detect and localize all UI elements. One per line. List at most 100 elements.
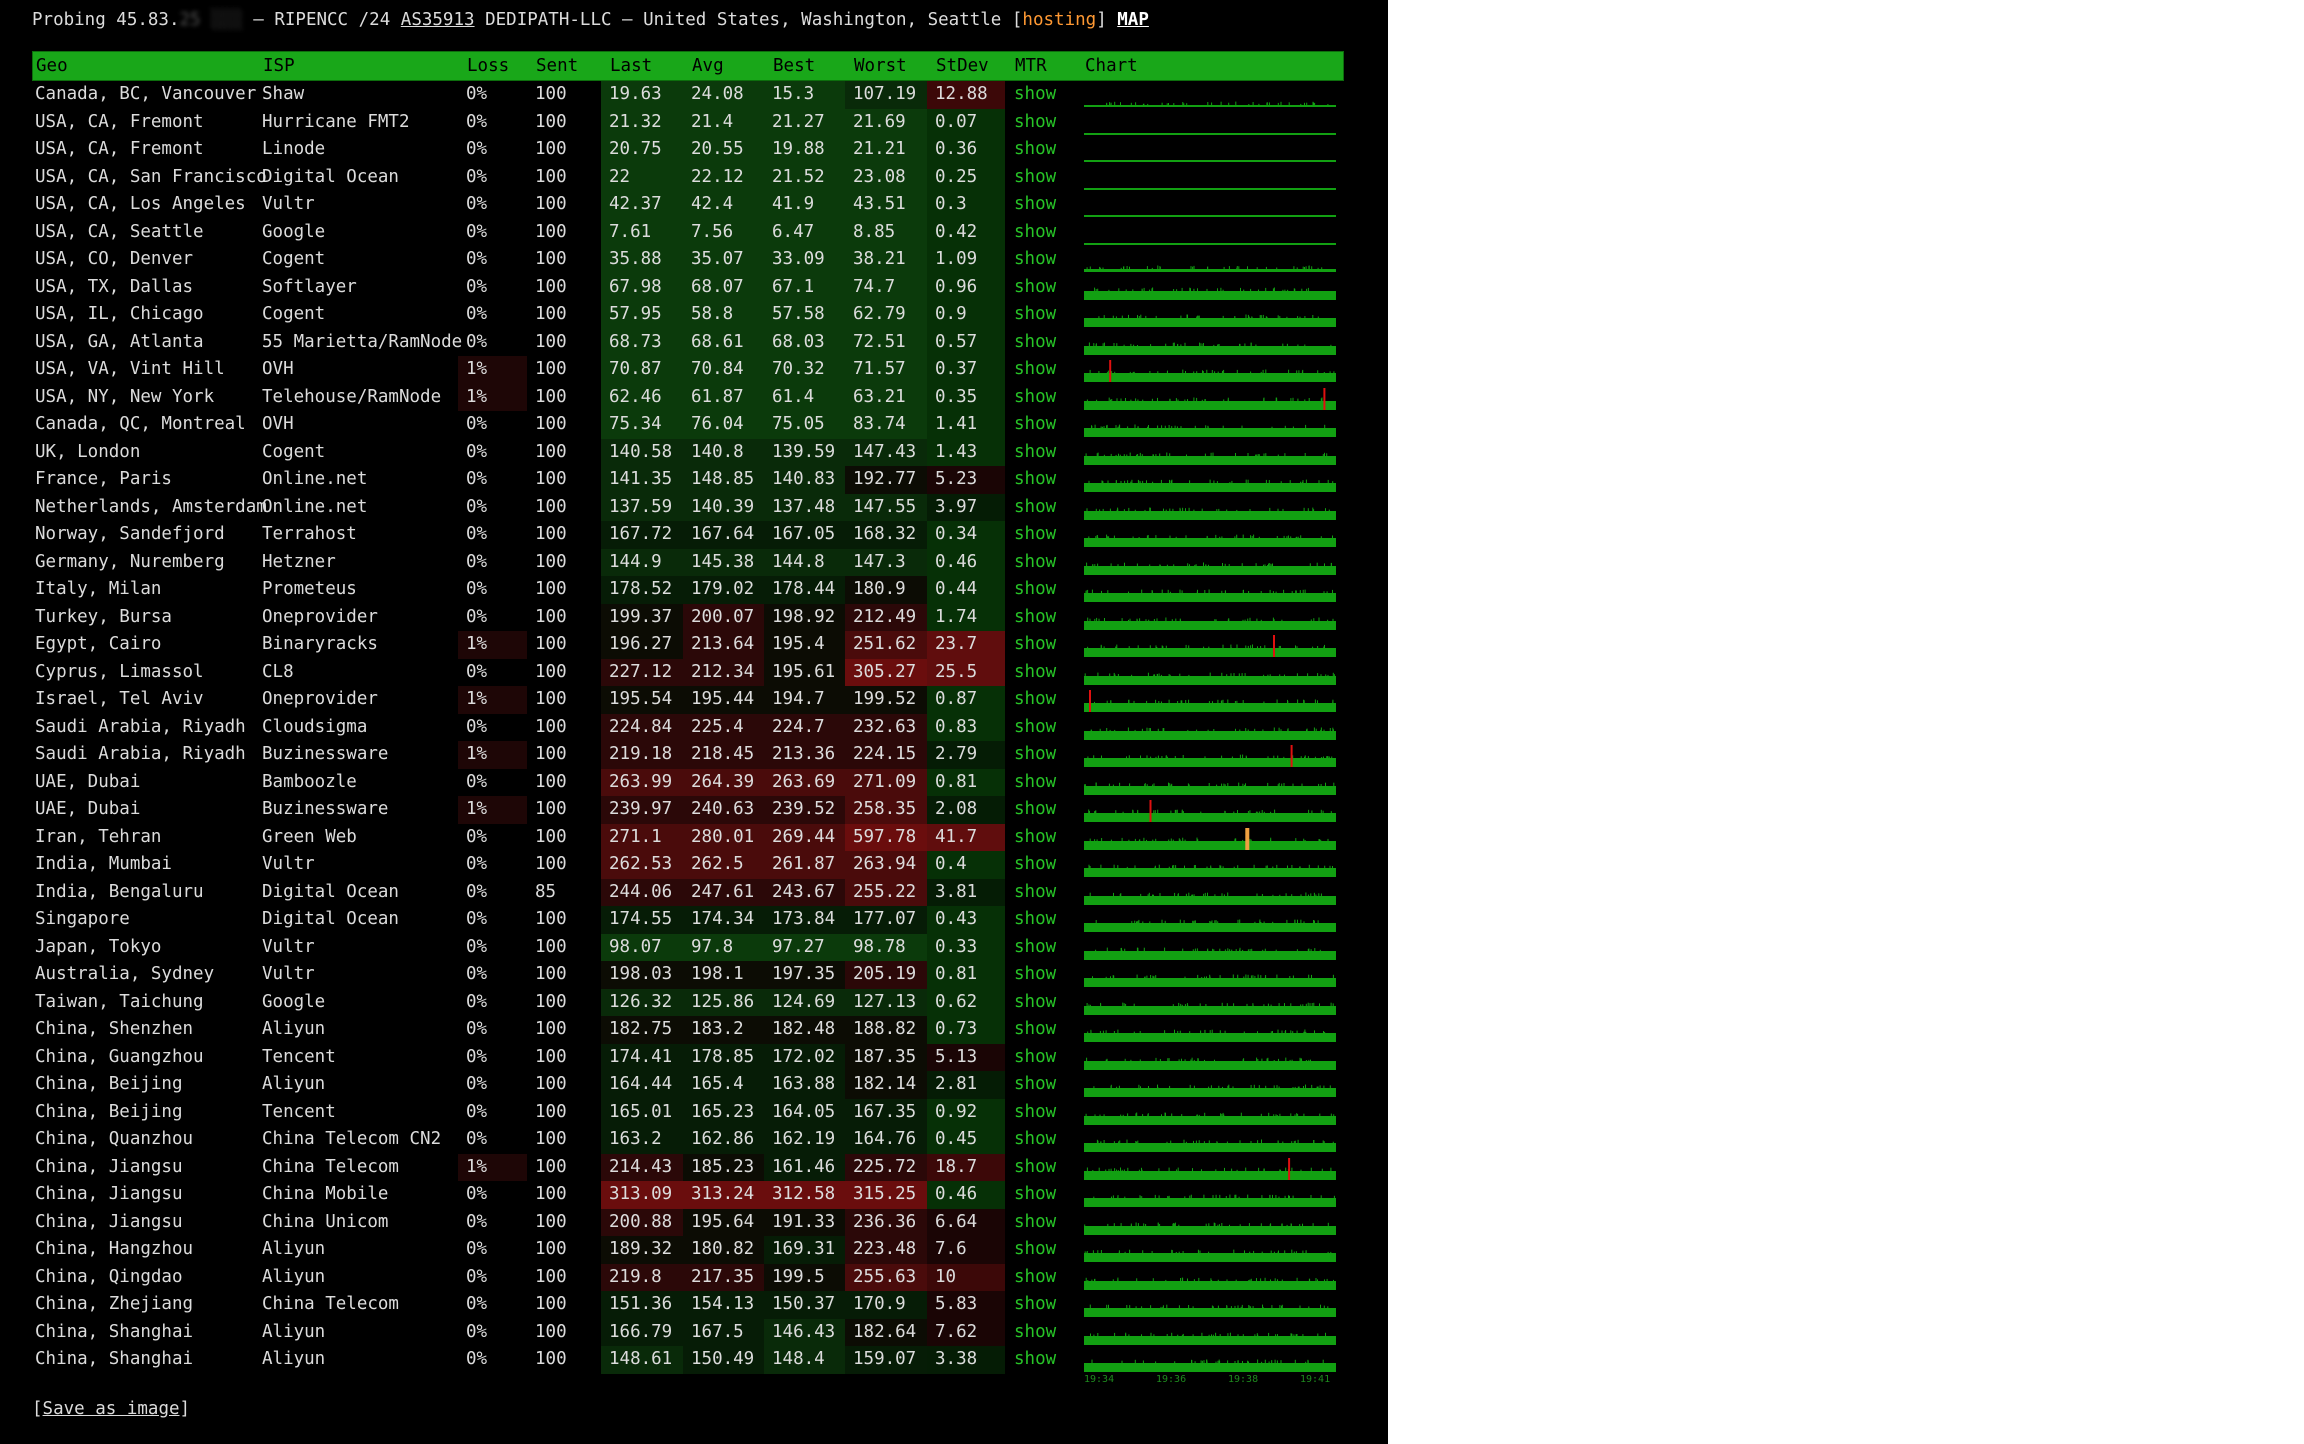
mtr-show-link[interactable]: show <box>1014 1236 1056 1264</box>
mtr-show-link[interactable]: show <box>1014 961 1056 989</box>
mtr-show-link[interactable]: show <box>1014 274 1056 302</box>
mtr-show-link[interactable]: show <box>1014 1291 1056 1319</box>
sparkline-jitter <box>1120 398 1122 401</box>
mtr-show-link[interactable]: show <box>1014 329 1056 357</box>
cell-best: 68.03 <box>764 328 845 356</box>
table-row: Saudi Arabia, Riyadh Buzinessware 1% 100 219… <box>32 741 1344 769</box>
mtr-show-link[interactable]: show <box>1014 1071 1056 1099</box>
mtr-show-link[interactable]: show <box>1014 136 1056 164</box>
mtr-show-link[interactable]: show <box>1014 934 1056 962</box>
cell-geo: USA, CO, Denver <box>35 249 194 269</box>
mtr-show-link[interactable]: show <box>1014 356 1056 384</box>
mtr-show-link[interactable]: show <box>1014 1044 1056 1072</box>
cell-geo: Japan, Tokyo <box>35 936 162 957</box>
sparkline-jitter <box>1096 617 1098 621</box>
mtr-show-link[interactable]: show <box>1014 714 1056 742</box>
mtr-show-link[interactable]: show <box>1014 659 1056 687</box>
mtr-show-link[interactable]: show <box>1014 1264 1056 1292</box>
mtr-show-link[interactable]: show <box>1014 686 1056 714</box>
mtr-show-link[interactable]: show <box>1014 246 1056 274</box>
cell-isp: Shaw <box>262 84 305 104</box>
sparkline-jitter <box>1260 591 1262 593</box>
sparkline-jitter <box>1330 1113 1332 1116</box>
map-link[interactable]: MAP <box>1117 10 1149 30</box>
sparkline-jitter <box>1242 949 1244 951</box>
cell-isp: Softlayer <box>262 276 357 297</box>
cell-loss: 0% <box>466 166 488 187</box>
mtr-show-link[interactable]: show <box>1014 851 1056 879</box>
cell-isp: China Telecom <box>262 1156 399 1177</box>
sparkline-jitter <box>1121 1169 1123 1171</box>
sparkline-jitter <box>1296 370 1298 373</box>
sparkline-jitter <box>1219 975 1221 978</box>
mtr-show-link[interactable]: show <box>1014 576 1056 604</box>
mtr-show-link[interactable]: show <box>1014 796 1056 824</box>
mtr-show-link[interactable]: show <box>1014 604 1056 632</box>
sparkline-jitter <box>1157 371 1159 373</box>
mtr-show-link[interactable]: show <box>1014 494 1056 522</box>
sparkline-jitter <box>1134 1359 1136 1363</box>
sparkline-jitter <box>1321 267 1323 269</box>
mtr-show-link[interactable]: show <box>1014 466 1056 494</box>
cell-geo: USA, CA, Los Angeles <box>35 194 246 214</box>
cell-sent: 100 <box>535 634 567 654</box>
sparkline-jitter <box>1257 1359 1259 1363</box>
mtr-show-link[interactable]: show <box>1014 1319 1056 1347</box>
mtr-show-link[interactable]: show <box>1014 521 1056 549</box>
mtr-show-link[interactable]: show <box>1014 1181 1056 1209</box>
sparkline-jitter <box>1263 1003 1265 1006</box>
sparkline-jitter <box>1250 1306 1252 1308</box>
mtr-show-link[interactable]: show <box>1014 1346 1056 1374</box>
sparkline-jitter <box>1248 591 1250 593</box>
mtr-show-link[interactable]: show <box>1014 631 1056 659</box>
sparkline-jitter <box>1255 344 1257 346</box>
mtr-show-link[interactable]: show <box>1014 741 1056 769</box>
sparkline-jitter <box>1171 426 1173 428</box>
cell-sent: 100 <box>535 441 567 462</box>
sparkline-jitter <box>1154 1194 1156 1198</box>
sparkline-jitter <box>1236 644 1238 648</box>
mtr-show-link[interactable]: show <box>1014 164 1056 192</box>
mtr-show-link[interactable]: show <box>1014 301 1056 329</box>
mtr-show-link[interactable]: show <box>1014 1209 1056 1237</box>
mtr-show-link[interactable]: show <box>1014 769 1056 797</box>
sparkline-jitter <box>1224 948 1226 951</box>
mtr-show-link[interactable]: show <box>1014 219 1056 247</box>
mtr-show-link[interactable]: show <box>1014 824 1056 852</box>
latency-sparkline <box>1084 265 1336 272</box>
sparkline-jitter <box>1133 1003 1135 1006</box>
cell-avg: 35.07 <box>683 246 764 274</box>
sparkline-jitter <box>1271 1305 1273 1308</box>
table-row: USA, CA, Fremont Hurricane FMT2 0% 100 21.32… <box>32 108 1344 137</box>
sparkline-spike <box>1323 387 1326 410</box>
sparkline-jitter <box>1192 1333 1194 1336</box>
sparkline-jitter <box>1323 372 1325 373</box>
save-as-image-link[interactable]: Save as image <box>43 1399 180 1419</box>
sparkline-jitter <box>1320 783 1322 786</box>
mtr-show-link[interactable]: show <box>1014 1154 1056 1182</box>
sparkline-jitter <box>1272 894 1274 896</box>
mtr-show-link[interactable]: show <box>1014 1016 1056 1044</box>
mtr-show-link[interactable]: show <box>1014 1099 1056 1127</box>
mtr-show-link[interactable]: show <box>1014 439 1056 467</box>
sparkline-jitter <box>1094 1278 1096 1281</box>
sparkline-jitter <box>1094 424 1096 428</box>
mtr-show-link[interactable]: show <box>1014 1126 1056 1154</box>
mtr-show-link[interactable]: show <box>1014 879 1056 907</box>
sparkline-jitter <box>1297 398 1299 401</box>
mtr-show-link[interactable]: show <box>1014 989 1056 1017</box>
mtr-show-link[interactable]: show <box>1014 384 1056 412</box>
sparkline-jitter <box>1263 674 1265 676</box>
mtr-show-link[interactable]: show <box>1014 906 1056 934</box>
sparkline-jitter <box>1181 809 1183 813</box>
mtr-show-link[interactable]: show <box>1014 109 1056 137</box>
asn-link[interactable]: AS35913 <box>401 10 475 30</box>
mtr-show-link[interactable]: show <box>1014 191 1056 219</box>
sparkline-jitter <box>1182 811 1184 813</box>
mtr-show-link[interactable]: show <box>1014 81 1056 109</box>
sparkline-jitter <box>1247 618 1249 621</box>
mtr-show-link[interactable]: show <box>1014 411 1056 439</box>
sparkline-jitter <box>1244 619 1246 621</box>
mtr-show-link[interactable]: show <box>1014 549 1056 577</box>
sparkline-baseline <box>1084 483 1336 492</box>
